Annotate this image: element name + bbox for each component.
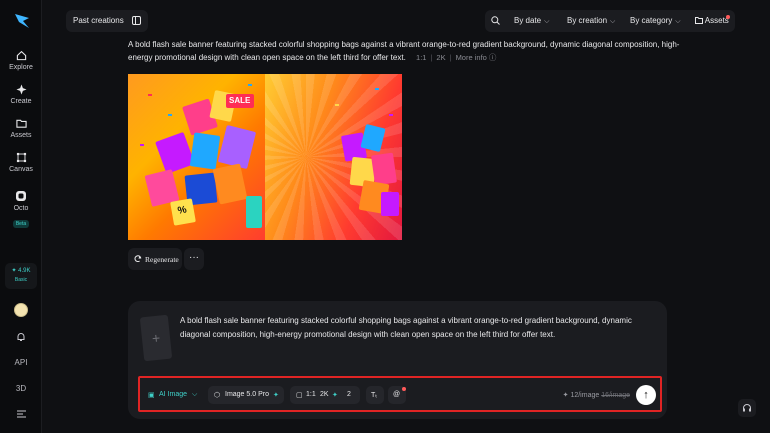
cost-current: 12/image bbox=[570, 392, 600, 399]
percent-tag: % bbox=[176, 204, 188, 217]
api-link[interactable]: API bbox=[0, 358, 42, 367]
cost-indicator: ✦ 12/image 16/image bbox=[562, 392, 630, 399]
info-icon: ⓘ bbox=[488, 53, 497, 62]
support-button[interactable] bbox=[738, 399, 756, 417]
output-settings[interactable]: ▢ 1:1 2K ✦ 2 bbox=[290, 386, 360, 404]
regenerate-button[interactable]: Regenerate bbox=[128, 248, 182, 270]
aspect-ratio-icon: ▢ bbox=[296, 392, 303, 399]
ratio-value: 1:1 bbox=[306, 391, 316, 398]
canvas-icon bbox=[16, 152, 26, 163]
composer-input[interactable]: A bold flash sale banner featuring stack… bbox=[180, 314, 660, 341]
filter-label: By creation bbox=[567, 16, 608, 25]
sidebar-item-explore[interactable]: Explore bbox=[0, 50, 42, 71]
filter-label: By category bbox=[630, 16, 673, 25]
folder-icon bbox=[695, 17, 703, 24]
notification-dot bbox=[726, 15, 730, 19]
credits-value: ✦ 4.9K bbox=[11, 268, 31, 274]
filter-label: By date bbox=[514, 16, 542, 25]
credits-amount: 4.9K bbox=[18, 268, 31, 274]
send-button[interactable]: ↑ bbox=[636, 385, 656, 405]
filter-by-category[interactable]: By category ⌵ bbox=[630, 16, 681, 26]
resolution-value: 2K bbox=[320, 391, 329, 398]
generated-image-1[interactable]: SALE % bbox=[128, 74, 265, 240]
sidebar-item-canvas[interactable]: Canvas bbox=[0, 152, 42, 173]
avatar[interactable] bbox=[14, 303, 28, 317]
arrow-up-icon: ↑ bbox=[643, 389, 649, 401]
more-info-link[interactable]: More info bbox=[456, 53, 487, 62]
resolution-label: 2K bbox=[436, 53, 446, 62]
notification-dot bbox=[402, 387, 406, 391]
mode-select[interactable]: ▣ AI Image ⌵ bbox=[144, 386, 202, 404]
3d-link[interactable]: 3D bbox=[0, 384, 42, 393]
add-reference-image[interactable]: + bbox=[139, 314, 173, 362]
home-icon bbox=[16, 50, 26, 61]
logo-icon[interactable] bbox=[13, 12, 31, 30]
sidebar-item-label: Assets bbox=[10, 132, 32, 139]
beta-badge: Beta bbox=[12, 220, 30, 228]
filter-by-creation[interactable]: By creation ⌵ bbox=[567, 16, 615, 26]
image-mode-icon: ▣ bbox=[148, 392, 155, 399]
sparkle-icon: ✦ bbox=[332, 392, 338, 399]
folder-icon bbox=[15, 119, 27, 128]
mode-label: AI Image bbox=[159, 391, 188, 398]
bell-icon[interactable] bbox=[16, 332, 26, 342]
chevron-down-icon: ⌵ bbox=[675, 18, 681, 25]
sidebar-item-octo[interactable]: Octo Beta bbox=[0, 190, 42, 230]
filter-bar: By date ⌵ By creation ⌵ By category ⌵ Asset… bbox=[485, 10, 735, 32]
panel-icon bbox=[132, 16, 141, 25]
chevron-down-icon: ⌵ bbox=[544, 18, 550, 25]
composer-toolbar: ▣ AI Image ⌵ ⬡ Image 5.0 Pro ✦ ▢ 1:1 2K … bbox=[138, 376, 662, 412]
sparkle-icon: ✦ bbox=[273, 392, 279, 399]
generation-prompt: A bold flash sale banner featuring stack… bbox=[128, 38, 688, 64]
credits-badge[interactable]: ✦ 4.9K Basic bbox=[5, 263, 37, 289]
sidebar-item-assets[interactable]: Assets bbox=[0, 118, 42, 139]
refresh-icon bbox=[134, 255, 142, 263]
cost-original: 16/image bbox=[601, 392, 630, 399]
text-icon: Tₜ bbox=[371, 392, 378, 399]
search-icon[interactable] bbox=[491, 16, 500, 25]
sidebar-item-label: Explore bbox=[9, 64, 33, 71]
prompt-composer: + A bold flash sale banner featuring sta… bbox=[128, 301, 667, 419]
text-style-button[interactable]: Tₜ bbox=[366, 386, 384, 404]
headset-icon bbox=[743, 404, 751, 412]
sidebar-item-label: Create bbox=[10, 98, 32, 105]
ratio-label: 1:1 bbox=[416, 53, 427, 62]
sidebar-item-label: Octo bbox=[13, 205, 29, 212]
assets-button[interactable]: Assets bbox=[695, 16, 729, 25]
generated-image-2[interactable] bbox=[265, 74, 402, 240]
sidebar-item-create[interactable]: Create bbox=[0, 84, 42, 105]
sidebar-item-label: Canvas bbox=[9, 166, 33, 173]
model-icon: ⬡ bbox=[214, 392, 221, 399]
prompt-text: A bold flash sale banner featuring stack… bbox=[128, 40, 680, 62]
past-creations-toggle[interactable]: Past creations bbox=[66, 10, 148, 32]
model-label: Image 5.0 Pro bbox=[225, 391, 269, 398]
at-icon: @ bbox=[393, 391, 401, 398]
past-creations-label: Past creations bbox=[73, 16, 124, 25]
plan-tier: Basic bbox=[14, 277, 28, 283]
menu-icon[interactable] bbox=[17, 410, 26, 418]
plus-icon: + bbox=[151, 329, 161, 347]
chevron-down-icon: ⌵ bbox=[192, 391, 198, 398]
sidebar: Explore Create Assets Canvas Octo Beta ✦… bbox=[0, 0, 42, 433]
sparkle-icon bbox=[15, 84, 27, 95]
more-options-button[interactable]: ··· bbox=[184, 248, 204, 270]
generation-meta: 1:1 | 2K | More info ⓘ bbox=[416, 53, 497, 62]
chevron-down-icon: ⌵ bbox=[610, 18, 616, 25]
regenerate-label: Regenerate bbox=[145, 255, 179, 264]
octo-icon bbox=[16, 191, 26, 201]
sale-tag: SALE bbox=[229, 96, 251, 105]
more-icon: ··· bbox=[189, 252, 199, 263]
model-select[interactable]: ⬡ Image 5.0 Pro ✦ bbox=[208, 386, 284, 404]
filter-by-date[interactable]: By date ⌵ bbox=[514, 16, 549, 26]
image-count-value: 2 bbox=[347, 391, 351, 398]
